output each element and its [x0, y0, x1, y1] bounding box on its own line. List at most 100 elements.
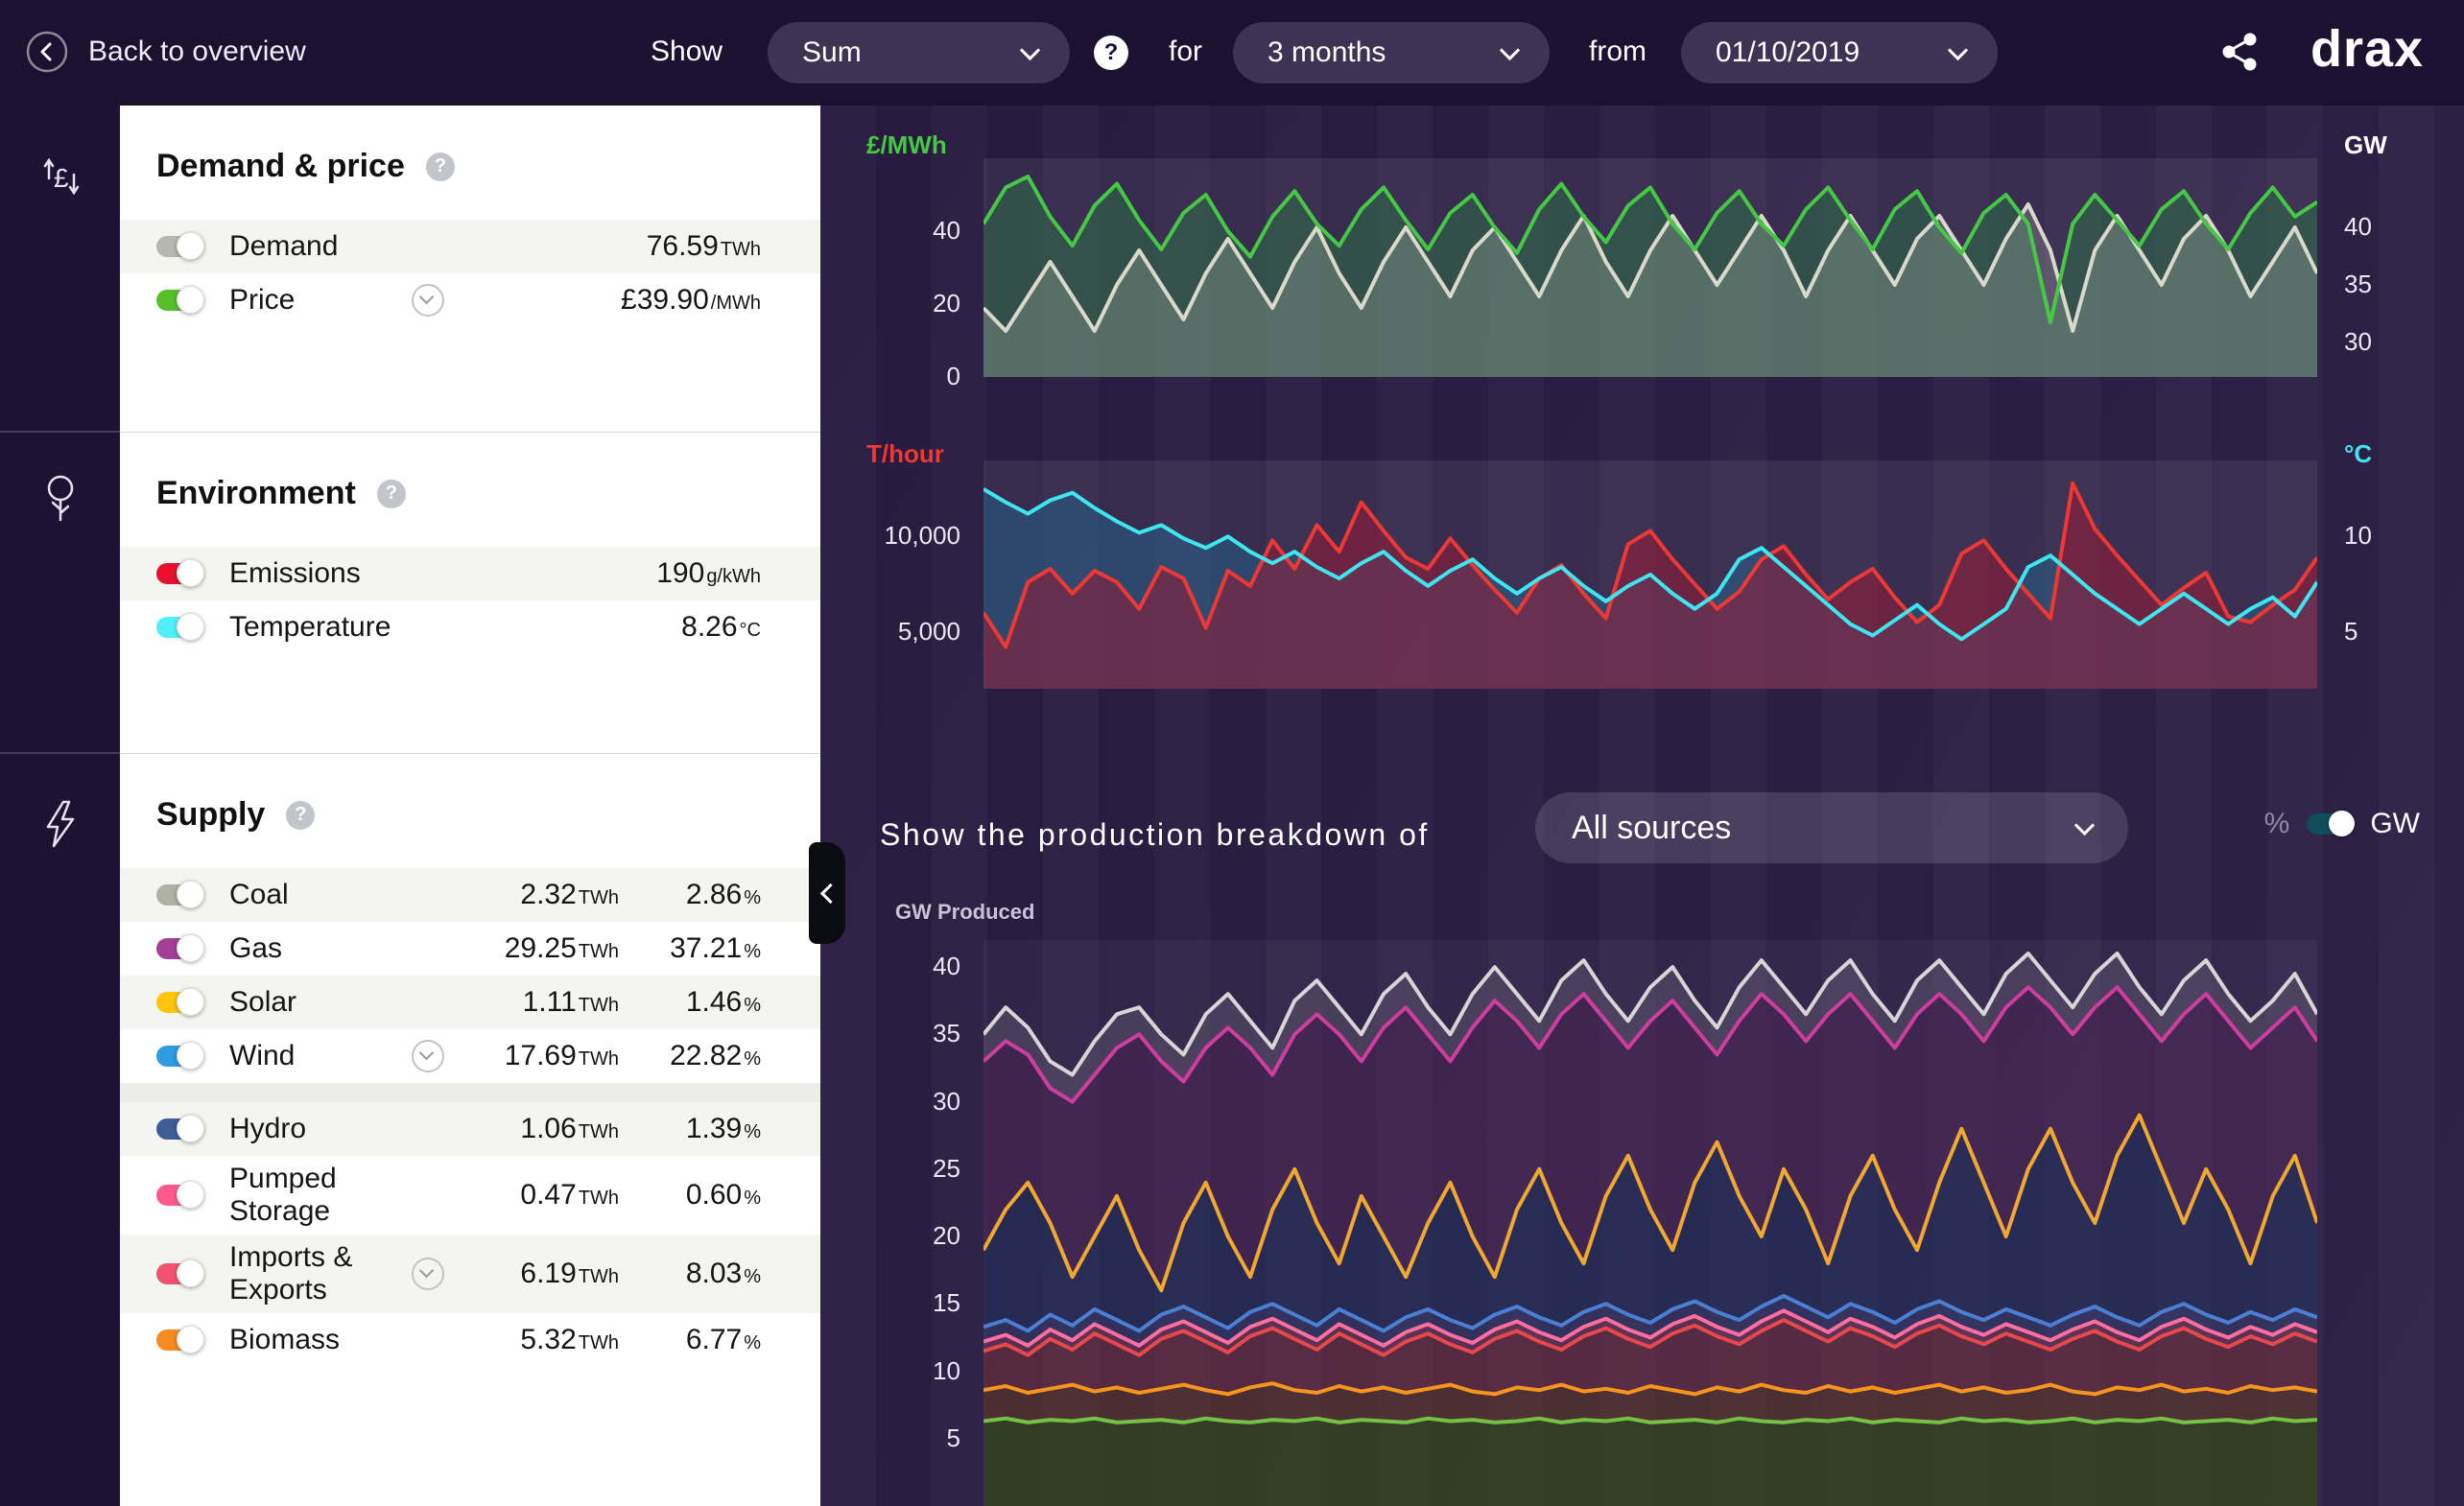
axis-tick: 20	[820, 289, 960, 318]
chevron-down-icon	[1020, 40, 1040, 60]
metric-value: 8.26°C	[681, 611, 761, 644]
supply-section-icon[interactable]	[38, 798, 83, 857]
metric-label: Pumped Storage	[229, 1163, 412, 1229]
gw-option[interactable]: GW	[2370, 808, 2420, 840]
axis-tick: 40	[2344, 212, 2372, 242]
biomass-row: Biomass 5.32TWh 6.77%	[120, 1313, 820, 1367]
period-dropdown[interactable]: 3 months	[1233, 22, 1550, 83]
metric-label: Biomass	[229, 1324, 412, 1357]
section-title: Demand & price	[156, 148, 405, 185]
axis-tick: 5,000	[820, 617, 960, 647]
percent-number: 1.46	[686, 986, 742, 1018]
temperature-toggle[interactable]	[156, 617, 202, 638]
from-label: from	[1589, 35, 1647, 68]
axis-tick: 40	[820, 216, 960, 246]
demand-row: Demand 76.59TWh	[120, 220, 820, 273]
environment-chart: T/hour °C 10,0005,000105	[820, 432, 2464, 748]
price-row: Price £39.90/MWh	[120, 273, 820, 327]
for-label: for	[1169, 35, 1202, 68]
aggregation-value: Sum	[802, 36, 862, 69]
emissions-row: Emissions 190g/kWh	[120, 547, 820, 600]
chevron-down-circle-icon[interactable]	[412, 284, 444, 317]
price-toggle[interactable]	[156, 290, 202, 311]
aggregation-dropdown[interactable]: Sum	[768, 22, 1070, 83]
left-axis-unit-label: £/MWh	[866, 130, 947, 160]
back-to-overview-link[interactable]: Back to overview	[88, 35, 306, 68]
axis-tick: 10,000	[820, 521, 960, 551]
emissions-toggle[interactable]	[156, 563, 202, 584]
metric-label: Hydro	[229, 1113, 412, 1146]
demand-price-chart: £/MWh GW 40200403530	[820, 106, 2464, 432]
period-value: 3 months	[1268, 36, 1386, 69]
source-dropdown[interactable]: All sources	[1535, 792, 2128, 863]
unit-toggle-switch[interactable]	[2307, 813, 2353, 835]
help-icon[interactable]: ?	[286, 801, 315, 830]
percent-number: 0.60	[686, 1179, 742, 1211]
demand-price-section: Demand & price ? Demand 76.59TWh Price £…	[120, 106, 820, 432]
value-number: 0.47	[520, 1179, 576, 1211]
chevron-down-icon	[2074, 815, 2095, 835]
date-value: 01/10/2019	[1716, 36, 1860, 69]
left-axis-unit-label: T/hour	[866, 439, 944, 469]
help-icon[interactable]: ?	[1094, 35, 1128, 70]
hydro-row: Hydro 1.06TWh 1.39%	[120, 1102, 820, 1156]
pumped-storage-row: Pumped Storage 0.47TWh 0.60%	[120, 1156, 820, 1235]
back-button[interactable]	[25, 30, 69, 79]
environment-section-icon[interactable]	[36, 472, 84, 532]
production-plot	[983, 940, 2317, 1506]
axis-tick: 40	[820, 952, 960, 981]
solar-toggle[interactable]	[156, 992, 202, 1013]
supply-group-divider	[120, 1083, 820, 1102]
pumped-storage-toggle[interactable]	[156, 1185, 202, 1206]
value-number: 29.25	[505, 932, 577, 964]
value-unit: /MWh	[711, 293, 761, 314]
svg-text:£: £	[54, 163, 69, 193]
metric-value: 190g/kWh	[656, 557, 761, 590]
back-arrow-icon	[25, 30, 69, 74]
demand-price-plot	[983, 158, 2317, 377]
unit-toggle-group: % GW	[2264, 808, 2420, 840]
metric-value: 76.59TWh	[647, 230, 761, 263]
chevron-left-icon	[819, 882, 840, 903]
axis-tick: 15	[820, 1288, 960, 1318]
value-number: 6.19	[520, 1258, 576, 1289]
value-number: 1.11	[523, 986, 577, 1018]
gas-toggle[interactable]	[156, 938, 202, 959]
date-dropdown[interactable]: 01/10/2019	[1681, 22, 1998, 83]
percent-unit: %	[744, 1121, 761, 1142]
demand-toggle[interactable]	[156, 236, 202, 257]
percent-number: 6.77	[686, 1324, 742, 1355]
chevron-down-circle-icon[interactable]	[412, 1040, 444, 1072]
help-icon[interactable]: ?	[426, 153, 455, 181]
value-number: 5.32	[520, 1324, 576, 1355]
drax-logo: drax	[2310, 19, 2424, 79]
axis-tick: 25	[820, 1154, 960, 1184]
value-number: 190	[656, 557, 704, 589]
axis-tick: 35	[2344, 270, 2372, 299]
percent-unit: %	[744, 941, 761, 962]
gas-row: Gas 29.25TWh 37.21%	[120, 922, 820, 976]
collapse-panel-handle[interactable]	[809, 842, 845, 944]
hydro-toggle[interactable]	[156, 1118, 202, 1140]
share-button[interactable]	[2218, 31, 2261, 78]
coal-toggle[interactable]	[156, 884, 202, 906]
axis-tick: 5	[2344, 617, 2357, 647]
chevron-down-circle-icon[interactable]	[412, 1258, 444, 1290]
chevron-down-icon	[1500, 40, 1520, 60]
help-icon[interactable]: ?	[377, 480, 406, 508]
percent-option[interactable]: %	[2264, 808, 2290, 840]
value-unit: TWh	[579, 1121, 619, 1142]
biomass-toggle[interactable]	[156, 1330, 202, 1351]
production-breakdown-chart: Show the production breakdown of All sou…	[820, 748, 2464, 1506]
wind-toggle[interactable]	[156, 1046, 202, 1067]
metric-label: Price	[229, 284, 412, 318]
percent-number: 1.39	[686, 1113, 742, 1144]
metric-value: £39.90/MWh	[621, 284, 761, 317]
wind-row: Wind 17.69TWh 22.82%	[120, 1029, 820, 1083]
demand-price-section-icon[interactable]: £	[36, 152, 85, 206]
rail-divider	[0, 752, 120, 754]
imports-exports-toggle[interactable]	[156, 1263, 202, 1284]
axis-tick: 35	[820, 1019, 960, 1048]
axis-tick: 10	[2344, 521, 2372, 551]
percent-number: 2.86	[686, 879, 742, 910]
